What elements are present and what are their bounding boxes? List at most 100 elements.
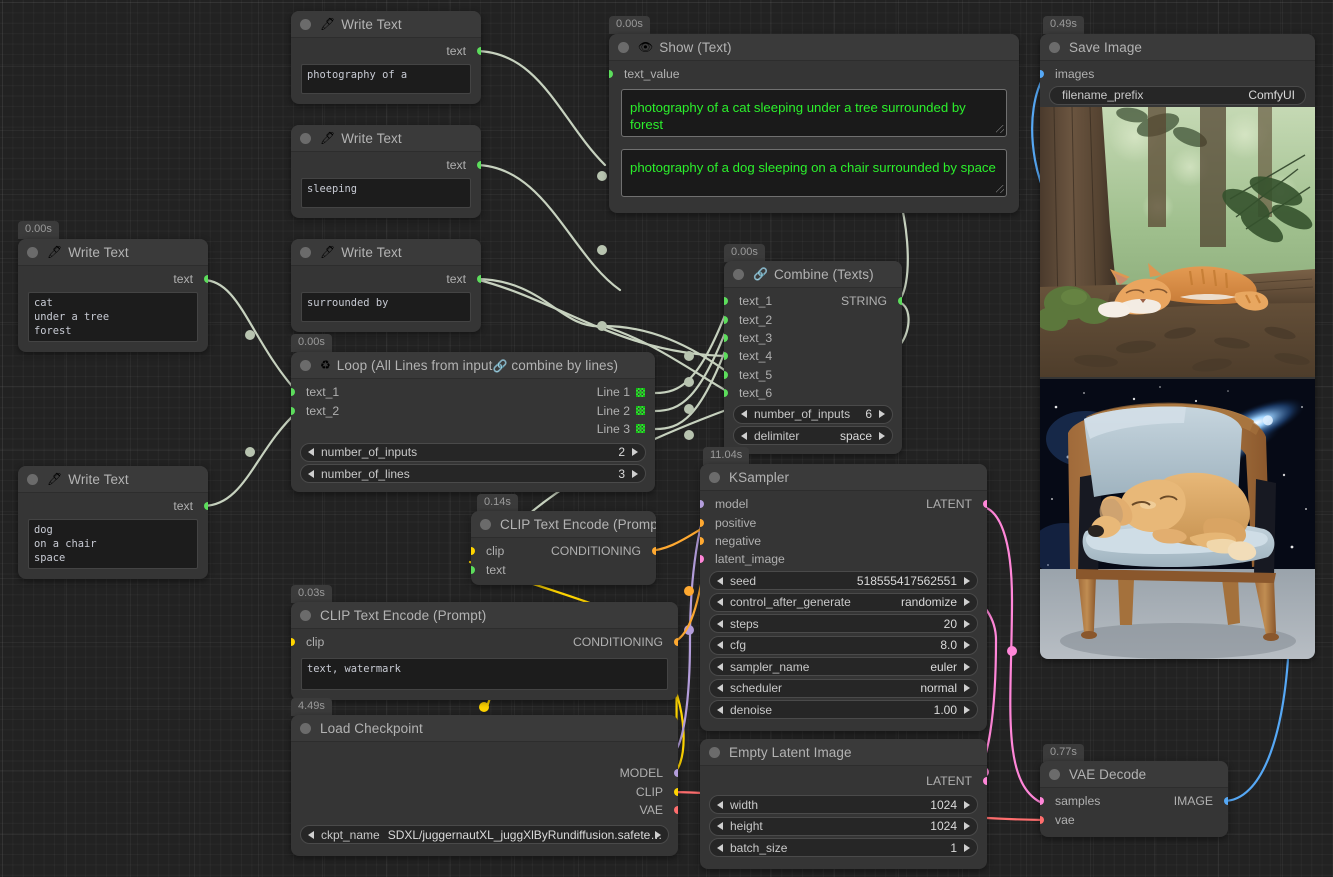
slot-dot-model[interactable] <box>700 500 704 508</box>
resize-grip-icon[interactable] <box>996 125 1004 133</box>
output-slot-line-1[interactable]: Line 1 <box>535 383 655 401</box>
slot-dot-string[interactable] <box>477 161 481 169</box>
node-ksampler[interactable]: KSampler model LATENT positive negative <box>700 464 987 731</box>
slot-dot-model[interactable] <box>674 769 678 777</box>
increment-arrow-icon[interactable] <box>964 822 970 830</box>
output-slot-line-3[interactable]: Line 3 <box>535 420 655 438</box>
widget-steps[interactable]: steps 20 <box>709 614 978 633</box>
input-slot-text-1[interactable]: text_1 <box>291 383 350 401</box>
widget-value[interactable]: randomize <box>901 595 957 609</box>
widget-cfg[interactable]: cfg 8.0 <box>709 636 978 655</box>
slot-dot-string[interactable] <box>204 275 208 283</box>
input-slot-text-6[interactable]: text_6 <box>724 384 902 402</box>
decrement-arrow-icon[interactable] <box>717 706 723 714</box>
collapse-dot-icon[interactable] <box>27 247 38 258</box>
widget-value[interactable]: 2 <box>618 445 625 459</box>
output-slot-line-2[interactable]: Line 2 <box>535 401 655 419</box>
node-header[interactable]: CLIP Text Encode (Prompt) <box>471 511 656 538</box>
output-slot-text[interactable]: text <box>291 156 481 174</box>
show-text-output-1[interactable]: photography of a cat sleeping under a tr… <box>621 89 1007 137</box>
slot-dot-string[interactable] <box>291 407 295 415</box>
text-value-field[interactable]: photography of a <box>301 64 471 94</box>
collapse-dot-icon[interactable] <box>300 133 311 144</box>
previous-arrow-icon[interactable] <box>717 684 723 692</box>
slot-dot-image[interactable] <box>1224 797 1228 805</box>
output-slot-image[interactable]: IMAGE <box>1163 792 1228 810</box>
widget-number-of-lines[interactable]: number_of_lines 3 <box>300 464 646 483</box>
slot-dot-clip[interactable] <box>291 638 295 646</box>
slot-dot-latent[interactable] <box>700 555 704 563</box>
node-show-text[interactable]: 👁 Show (Text) text_value photography of … <box>609 34 1019 213</box>
decrement-arrow-icon[interactable] <box>308 448 314 456</box>
widget-number-of-inputs[interactable]: number_of_inputs 6 <box>733 405 893 424</box>
widget-value[interactable]: 1.00 <box>934 703 957 717</box>
widget-value[interactable]: euler <box>930 660 957 674</box>
input-slot-text-3[interactable]: text_3 <box>724 329 902 347</box>
previous-arrow-icon[interactable] <box>308 831 314 839</box>
widget-control-after-generate[interactable]: control_after_generate randomize <box>709 593 978 612</box>
output-slot-conditioning[interactable]: CONDITIONING <box>562 633 678 651</box>
node-load-checkpoint[interactable]: Load Checkpoint MODEL CLIP VAE ckpt_name… <box>291 715 678 856</box>
slot-dot-string[interactable] <box>724 297 728 305</box>
slot-dot-string[interactable] <box>724 389 728 397</box>
slot-dot-string[interactable] <box>477 47 481 55</box>
text-value-field[interactable]: sleeping <box>301 178 471 208</box>
widget-sampler-name[interactable]: sampler_name euler <box>709 657 978 676</box>
widget-value[interactable]: 518555417562551 <box>857 574 957 588</box>
increment-arrow-icon[interactable] <box>964 706 970 714</box>
node-vae-decode[interactable]: VAE Decode samples IMAGE vae <box>1040 761 1228 837</box>
collapse-dot-icon[interactable] <box>1049 769 1060 780</box>
collapse-dot-icon[interactable] <box>300 723 311 734</box>
text-value-field[interactable]: dog on a chair space <box>28 519 198 569</box>
slot-dot-latent[interactable] <box>1040 797 1044 805</box>
node-write-text-1[interactable]: 🖊 Write Text text photography of a <box>291 11 481 104</box>
node-header[interactable]: 🖊 Write Text <box>291 11 481 38</box>
slot-dot-latent[interactable] <box>983 777 987 785</box>
increment-arrow-icon[interactable] <box>964 620 970 628</box>
increment-arrow-icon[interactable] <box>632 470 638 478</box>
node-clip-text-encode-negative[interactable]: CLIP Text Encode (Prompt) clip CONDITION… <box>291 602 678 700</box>
decrement-arrow-icon[interactable] <box>717 844 723 852</box>
resize-grip-icon[interactable] <box>996 185 1004 193</box>
collapse-dot-icon[interactable] <box>733 269 744 280</box>
node-header[interactable]: CLIP Text Encode (Prompt) <box>291 602 678 629</box>
output-slot-text[interactable]: text <box>18 270 208 288</box>
generated-image-1[interactable] <box>1040 107 1315 377</box>
collapse-dot-icon[interactable] <box>709 472 720 483</box>
node-header[interactable]: ♻ Loop (All Lines from input🔗 combine by… <box>291 352 655 379</box>
increment-arrow-icon[interactable] <box>964 641 970 649</box>
decrement-arrow-icon[interactable] <box>717 577 723 585</box>
node-header[interactable]: 🖊 Write Text <box>291 125 481 152</box>
input-slot-text[interactable]: text <box>471 560 656 578</box>
widget-value[interactable]: 20 <box>944 617 957 631</box>
collapse-dot-icon[interactable] <box>300 610 311 621</box>
slot-dot-string[interactable] <box>477 275 481 283</box>
slot-dot-conditioning[interactable] <box>674 638 678 646</box>
node-loop[interactable]: ♻ Loop (All Lines from input🔗 combine by… <box>291 352 655 492</box>
output-slot-clip[interactable]: CLIP <box>291 782 678 800</box>
increment-arrow-icon[interactable] <box>632 448 638 456</box>
increment-arrow-icon[interactable] <box>964 577 970 585</box>
node-header[interactable]: 🖊 Write Text <box>18 466 208 493</box>
grid-icon[interactable] <box>636 406 645 415</box>
slot-dot-latent[interactable] <box>983 500 987 508</box>
widget-value[interactable]: SDXL/juggernautXL_juggXlByRundiffusion.s… <box>388 828 663 842</box>
collapse-dot-icon[interactable] <box>300 247 311 258</box>
widget-value[interactable]: 1 <box>950 841 957 855</box>
increment-arrow-icon[interactable] <box>879 432 885 440</box>
slot-dot-clip[interactable] <box>471 547 475 555</box>
node-write-text-cat[interactable]: 🖊 Write Text text cat under a tree fores… <box>18 239 208 352</box>
text-value-field[interactable]: cat under a tree forest <box>28 292 198 342</box>
output-slot-text[interactable]: text <box>291 42 481 60</box>
decrement-arrow-icon[interactable] <box>741 432 747 440</box>
node-save-image[interactable]: Save Image images filename_prefix ComfyU… <box>1040 34 1315 659</box>
slot-dot-vae[interactable] <box>674 806 678 814</box>
slot-dot-image[interactable] <box>1040 70 1044 78</box>
output-slot-text[interactable]: text <box>291 270 481 288</box>
decrement-arrow-icon[interactable] <box>308 470 314 478</box>
node-header[interactable]: Empty Latent Image <box>700 739 987 766</box>
collapse-dot-icon[interactable] <box>1049 42 1060 53</box>
widget-value[interactable]: ComfyUI <box>1248 88 1295 102</box>
input-slot-latent-image[interactable]: latent_image <box>700 550 987 568</box>
node-empty-latent-image[interactable]: Empty Latent Image LATENT width 1024 hei… <box>700 739 987 869</box>
